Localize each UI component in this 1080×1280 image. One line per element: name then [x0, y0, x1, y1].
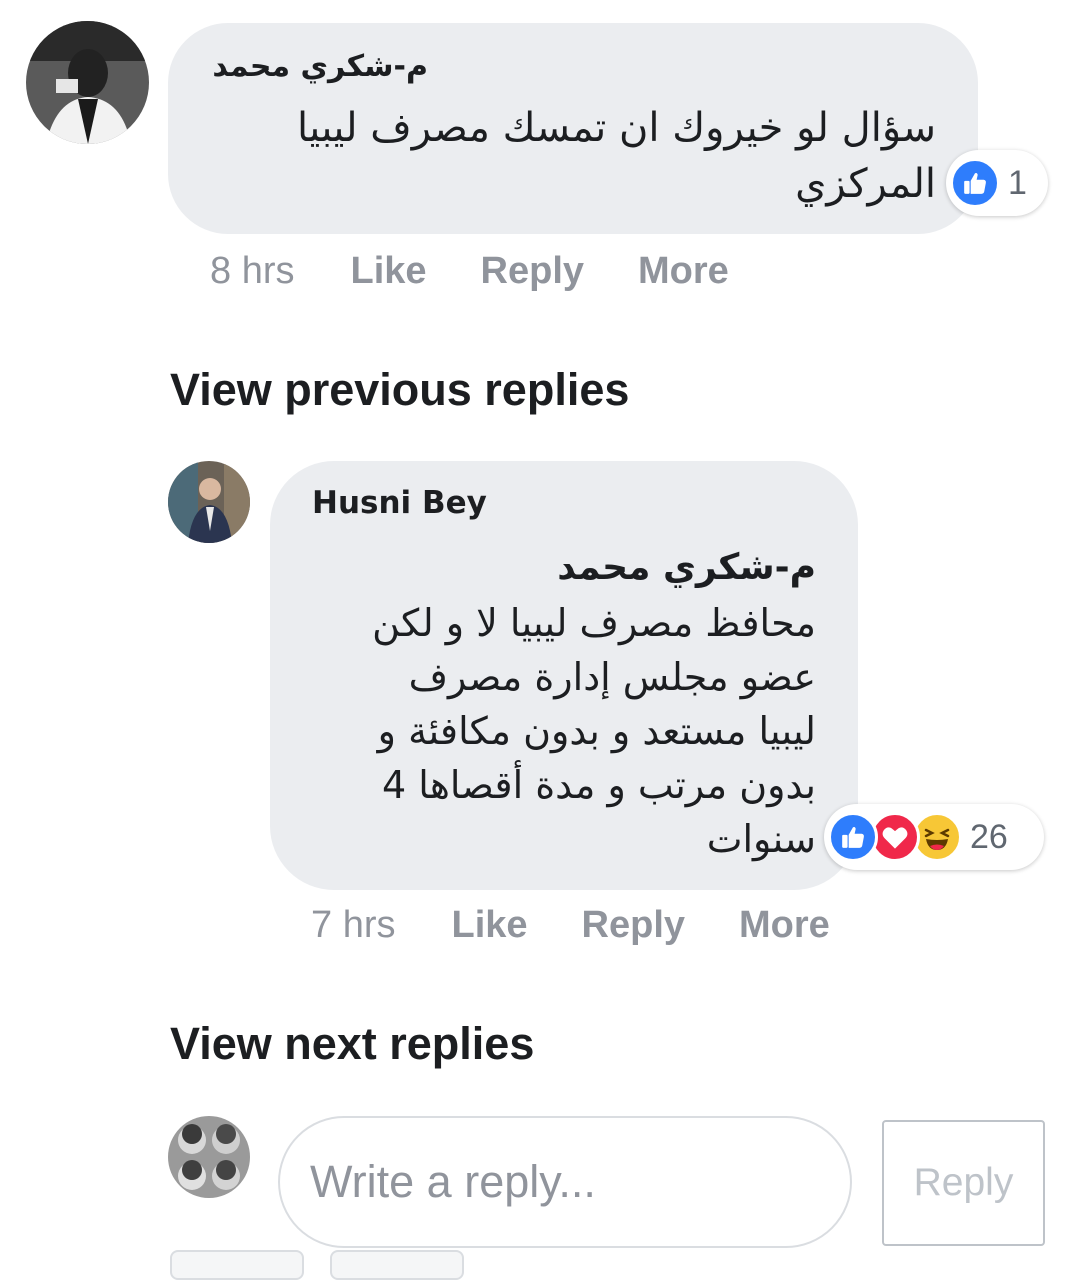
more-button[interactable]: More	[638, 250, 729, 293]
reply-mention[interactable]: م-شكري محمد	[557, 547, 816, 588]
cut-off-button[interactable]	[170, 1250, 304, 1280]
comment-author[interactable]: م-شكري محمد	[212, 49, 428, 84]
reply-button[interactable]: Reply	[582, 904, 685, 947]
thumbs-up-icon	[950, 158, 1000, 208]
reply-meta: 7 hrs Like Reply More	[311, 904, 830, 947]
reply-submit-button[interactable]: Reply	[882, 1120, 1045, 1246]
thumbs-up-icon	[828, 812, 878, 862]
reaction-count: 26	[970, 817, 1008, 856]
reply-text-line: ليبيا مستعد و بدون مكافئة و	[377, 709, 816, 753]
comment-reactions[interactable]: 1	[946, 150, 1048, 216]
reply-text-line: عضو مجلس إدارة مصرف	[408, 655, 816, 699]
reply-text-line: محافظ مصرف ليبيا لا و لكن	[372, 601, 816, 645]
reply-author-avatar[interactable]	[168, 461, 250, 543]
reply-text-line: سنوات	[706, 817, 816, 861]
more-button[interactable]: More	[739, 904, 830, 947]
reply-reactions[interactable]: 26	[824, 804, 1044, 870]
commenter-avatar[interactable]	[26, 21, 149, 144]
comment-timestamp[interactable]: 8 hrs	[210, 250, 294, 293]
comment-bubble: م-شكري محمد سؤال لو خيروك ان تمسك مصرف ل…	[168, 23, 978, 234]
reaction-count: 1	[1008, 163, 1027, 202]
like-button[interactable]: Like	[350, 250, 426, 293]
reply-text-line: بدون مرتب و مدة أقصاها 4	[381, 763, 816, 807]
reply-button[interactable]: Reply	[481, 250, 584, 293]
comment-text-line: المركزي	[795, 161, 936, 207]
reply-bubble: Husni Bey م-شكري محمد محافظ مصرف ليبيا ل…	[270, 461, 858, 890]
comment-meta: 8 hrs Like Reply More	[210, 250, 729, 293]
reply-author[interactable]: Husni Bey	[312, 485, 487, 521]
like-button[interactable]: Like	[451, 904, 527, 947]
reply-timestamp[interactable]: 7 hrs	[311, 904, 395, 947]
cut-off-button[interactable]	[330, 1250, 464, 1280]
current-user-avatar	[168, 1116, 250, 1198]
view-next-replies-link[interactable]: View next replies	[170, 1018, 534, 1070]
comment-text-line: سؤال لو خيروك ان تمسك مصرف ليبيا	[296, 105, 936, 151]
reply-input[interactable]	[278, 1116, 852, 1248]
view-previous-replies-link[interactable]: View previous replies	[170, 364, 629, 416]
